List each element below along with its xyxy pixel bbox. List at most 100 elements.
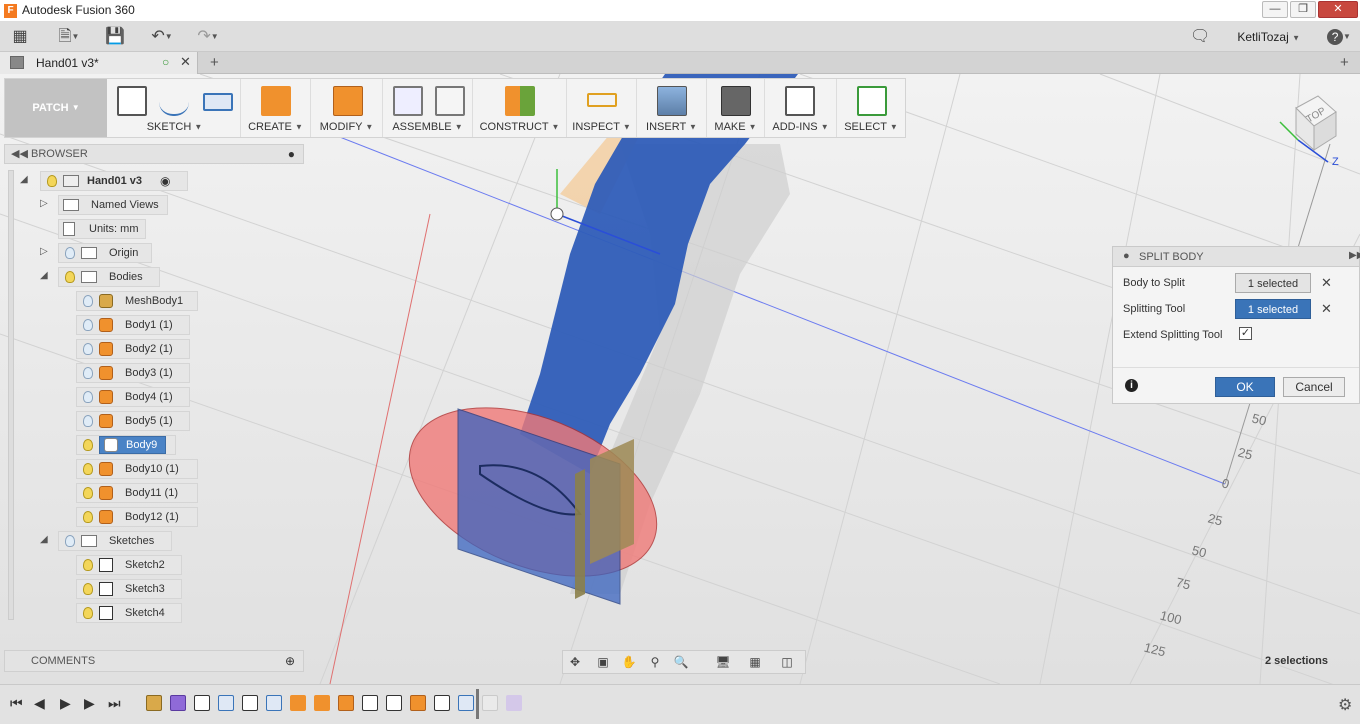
display-settings-icon[interactable]: 🖥 xyxy=(715,655,731,669)
timeline-sketch-icon[interactable] xyxy=(194,695,210,711)
extend-splitting-tool-checkbox[interactable]: ✓ xyxy=(1239,327,1252,340)
grid-settings-icon[interactable]: ▦ xyxy=(747,655,763,669)
timeline-surface-icon[interactable] xyxy=(218,695,234,711)
tree-item-sketch[interactable]: Sketch3 xyxy=(76,579,182,599)
make-group[interactable]: MAKE ▼ xyxy=(707,79,765,137)
tree-item-units[interactable]: Units: mm xyxy=(58,219,146,239)
spline-icon[interactable] xyxy=(159,86,189,116)
origin-point[interactable] xyxy=(550,207,564,221)
select-cursor-icon[interactable] xyxy=(857,86,887,116)
browser-panel-header[interactable]: ◀◀ BROWSER ● xyxy=(4,144,304,164)
timeline-next-icon[interactable]: ▶ xyxy=(84,695,95,712)
offset-plane-icon[interactable] xyxy=(505,86,535,116)
activate-radio-icon[interactable]: ◉ xyxy=(160,174,170,188)
timeline-patch-icon[interactable] xyxy=(290,695,306,711)
tree-item-body[interactable]: Body1 (1) xyxy=(76,315,190,335)
add-ins-group[interactable]: ADD-INS ▼ xyxy=(765,79,837,137)
tree-item-bodies[interactable]: Bodies xyxy=(58,267,160,287)
timeline-sketch-icon[interactable] xyxy=(434,695,450,711)
expand-origin-icon[interactable]: ▷ xyxy=(40,246,48,257)
save-icon[interactable]: 💾 xyxy=(104,27,126,47)
visibility-bulb-icon[interactable] xyxy=(65,271,75,283)
close-window-button[interactable]: ✕ xyxy=(1318,1,1358,18)
timeline-sketch-icon[interactable] xyxy=(386,695,402,711)
expand-bodies-icon[interactable]: ◢ xyxy=(40,270,48,281)
timeline-suppressed-form-icon[interactable] xyxy=(506,695,522,711)
timeline-split-icon[interactable] xyxy=(458,695,474,711)
tree-item-named-views[interactable]: Named Views xyxy=(58,195,168,215)
zoom-icon[interactable]: ⚲ xyxy=(647,655,663,669)
timeline-suppressed-icon[interactable] xyxy=(482,695,498,711)
timeline-modify-icon[interactable] xyxy=(410,695,426,711)
inspect-group[interactable]: INSPECT ▼ xyxy=(567,79,637,137)
visibility-bulb-icon[interactable] xyxy=(83,583,93,595)
visibility-bulb-icon[interactable] xyxy=(65,535,75,547)
create-group[interactable]: CREATE ▼ xyxy=(241,79,311,137)
cancel-button[interactable]: Cancel xyxy=(1283,377,1345,397)
dialog-minimize-icon[interactable]: ● xyxy=(1123,250,1130,262)
joint-icon[interactable] xyxy=(435,86,465,116)
tree-item-sketch[interactable]: Sketch4 xyxy=(76,603,182,623)
sketch-menu[interactable]: SKETCH ▼ xyxy=(109,121,240,133)
timeline-sketch-icon[interactable] xyxy=(362,695,378,711)
visibility-bulb-icon[interactable] xyxy=(83,463,93,475)
inspect-menu[interactable]: INSPECT ▼ xyxy=(567,121,636,133)
undo-icon[interactable]: ↶▼ xyxy=(144,27,180,47)
add-ins-menu[interactable]: ADD-INS ▼ xyxy=(765,121,836,133)
timeline-sketch-icon[interactable] xyxy=(242,695,258,711)
close-tab-icon[interactable]: ✕ xyxy=(180,54,191,70)
tree-item-body[interactable]: Body3 (1) xyxy=(76,363,190,383)
tree-item-body[interactable]: Body11 (1) xyxy=(76,483,198,503)
visibility-bulb-icon[interactable] xyxy=(83,511,93,523)
tree-item-body[interactable]: Body4 (1) xyxy=(76,387,190,407)
clear-body-selection-icon[interactable]: ✕ xyxy=(1321,275,1332,291)
assemble-group[interactable]: ASSEMBLE ▼ xyxy=(383,79,473,137)
redo-icon[interactable]: ↷▼ xyxy=(190,27,226,47)
construct-menu[interactable]: CONSTRUCT ▼ xyxy=(473,121,566,133)
timeline-play-icon[interactable]: ▶ xyxy=(60,695,71,712)
tree-root-document[interactable]: Hand01 v3 ◉ xyxy=(40,171,188,191)
file-menu-icon[interactable]: 🗎▼ xyxy=(52,27,86,47)
modify-menu[interactable]: MODIFY ▼ xyxy=(311,121,382,133)
data-panel-grid-icon[interactable]: ▦ xyxy=(10,27,30,47)
scripts-icon[interactable] xyxy=(785,86,815,116)
timeline-previous-icon[interactable]: ◀ xyxy=(34,695,45,712)
expand-named-views-icon[interactable]: ▷ xyxy=(40,198,48,209)
tree-item-body[interactable]: Body2 (1) xyxy=(76,339,190,359)
dialog-expand-icon[interactable]: ▶▶ xyxy=(1349,250,1360,261)
timeline-last-icon[interactable]: ⏭ xyxy=(108,695,121,712)
help-icon[interactable]: ? ▼ xyxy=(1322,27,1356,47)
visibility-bulb-icon[interactable] xyxy=(83,559,93,571)
tree-item-body[interactable]: Body5 (1) xyxy=(76,411,190,431)
expand-root-icon[interactable]: ◢ xyxy=(20,174,28,185)
tree-item-origin[interactable]: Origin xyxy=(58,243,152,263)
maximize-button[interactable]: ❐ xyxy=(1290,1,1316,18)
pan-hand-icon[interactable]: ✋ xyxy=(621,655,637,669)
split-body-header[interactable]: ● SPLIT BODY ▶▶ xyxy=(1113,247,1360,267)
insert-image-icon[interactable] xyxy=(657,86,687,116)
body-to-split-selector[interactable]: 1 selected xyxy=(1235,273,1311,293)
modify-group[interactable]: MODIFY ▼ xyxy=(311,79,383,137)
timeline-modify-icon[interactable] xyxy=(338,695,354,711)
timeline-patch-icon[interactable] xyxy=(314,695,330,711)
user-account-menu[interactable]: KetliTozaj ▼ xyxy=(1237,30,1300,44)
tree-item-meshbody[interactable]: MeshBody1 xyxy=(76,291,198,311)
create-sketch-icon[interactable] xyxy=(117,86,147,116)
tree-item-body[interactable]: Body10 (1) xyxy=(76,459,198,479)
collapse-browser-icon[interactable]: ◀◀ xyxy=(11,147,28,160)
insert-menu[interactable]: INSERT ▼ xyxy=(637,121,706,133)
orbit-icon[interactable]: ✥ xyxy=(567,655,583,669)
tree-item-sketch[interactable]: Sketch2 xyxy=(76,555,182,575)
new-tab-icon[interactable]: + xyxy=(210,54,219,71)
assemble-menu[interactable]: ASSEMBLE ▼ xyxy=(383,121,472,133)
visibility-bulb-icon[interactable] xyxy=(83,343,93,355)
fit-zoom-icon[interactable]: 🔍 xyxy=(673,655,689,669)
visibility-bulb-icon[interactable] xyxy=(83,487,93,499)
timeline-settings-gear-icon[interactable]: ⚙ xyxy=(1338,695,1352,715)
visibility-bulb-icon[interactable] xyxy=(65,247,75,259)
3d-print-icon[interactable] xyxy=(721,86,751,116)
create-menu[interactable]: CREATE ▼ xyxy=(241,121,310,133)
minimize-button[interactable]: — xyxy=(1262,1,1288,18)
tree-item-sketches[interactable]: Sketches xyxy=(58,531,172,551)
timeline-marker[interactable] xyxy=(476,689,479,719)
